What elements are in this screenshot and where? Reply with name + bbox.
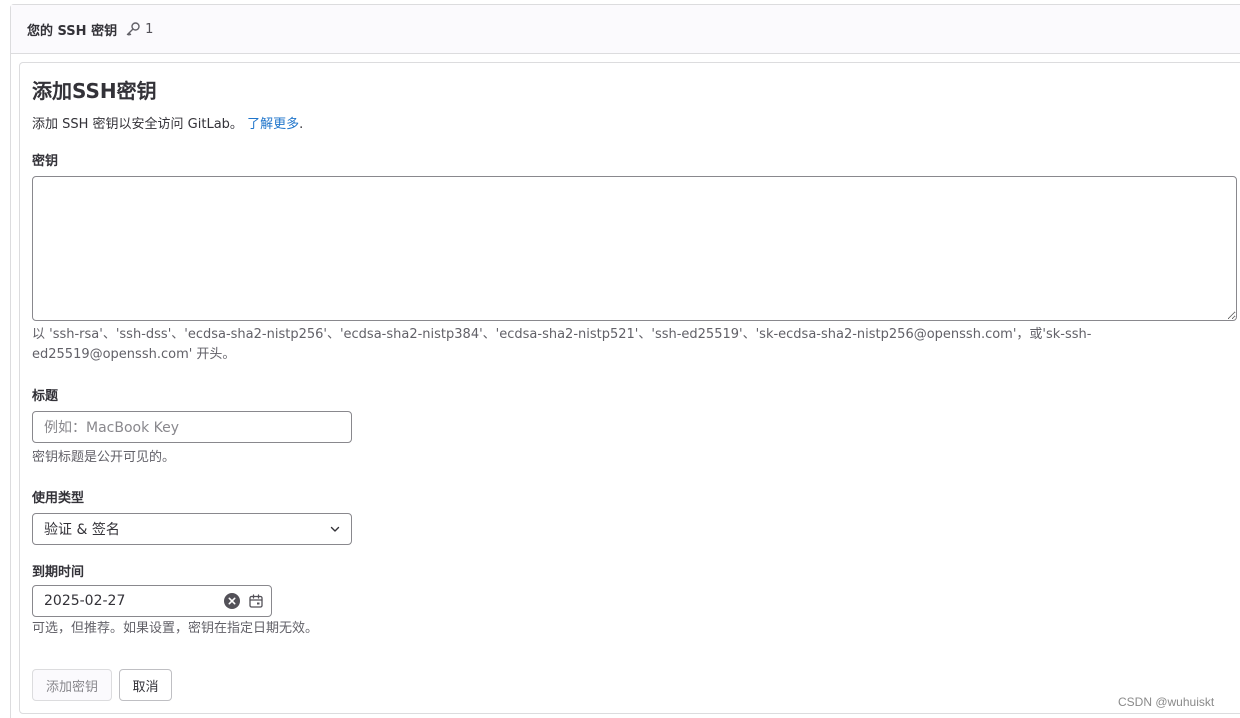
learn-more-suffix: . xyxy=(299,117,304,132)
learn-more-link[interactable]: 了解更多 xyxy=(247,117,299,132)
key-count: 1 xyxy=(145,21,154,37)
watermark: CSDN @wuhuiskt xyxy=(1118,695,1215,709)
title-help-text: 密钥标题是公开可见的。 xyxy=(32,450,176,465)
expiry-date-input[interactable]: 2025-02-27 xyxy=(32,585,272,617)
key-label: 密钥 xyxy=(32,154,59,169)
chevron-down-icon xyxy=(330,526,340,532)
key-help-line-1: 以 'ssh-rsa'、'ssh-dss'、'ecdsa-sha2-nistp2… xyxy=(32,327,1092,342)
title-placeholder: 例如：MacBook Key xyxy=(44,420,180,436)
calendar-icon[interactable] xyxy=(248,593,264,609)
key-help-text: 以 'ssh-rsa'、'ssh-dss'、'ecdsa-sha2-nistp2… xyxy=(32,325,1232,365)
usage-type-select[interactable]: 验证 & 签名 xyxy=(32,513,352,545)
usage-type-value: 验证 & 签名 xyxy=(44,522,120,538)
card-header: 您的 SSH 密钥 1 xyxy=(11,5,1240,54)
form-title: 添加SSH密钥 xyxy=(32,79,157,103)
key-icon xyxy=(126,22,140,36)
title-label: 标题 xyxy=(32,389,59,404)
title-input[interactable]: 例如：MacBook Key xyxy=(32,411,352,443)
expiry-label: 到期时间 xyxy=(32,565,85,580)
clear-icon[interactable] xyxy=(224,593,240,609)
description-text: 添加 SSH 密钥以安全访问 GitLab。 xyxy=(32,117,243,132)
key-help-line-2: ed25519@openssh.com' 开头。 xyxy=(32,347,236,362)
form-description: 添加 SSH 密钥以安全访问 GitLab。 了解更多. xyxy=(32,113,303,132)
usage-type-label: 使用类型 xyxy=(32,491,85,506)
cancel-button[interactable]: 取消 xyxy=(119,669,172,701)
expiry-date-value: 2025-02-27 xyxy=(44,593,126,609)
add-key-button[interactable]: 添加密钥 xyxy=(32,669,112,701)
key-textarea[interactable] xyxy=(32,176,1237,321)
expiry-help-text: 可选，但推荐。如果设置，密钥在指定日期无效。 xyxy=(32,621,319,636)
add-ssh-key-form: 添加SSH密钥 添加 SSH 密钥以安全访问 GitLab。 了解更多. 密钥 … xyxy=(19,62,1240,714)
ssh-keys-heading: 您的 SSH 密钥 xyxy=(27,23,118,39)
